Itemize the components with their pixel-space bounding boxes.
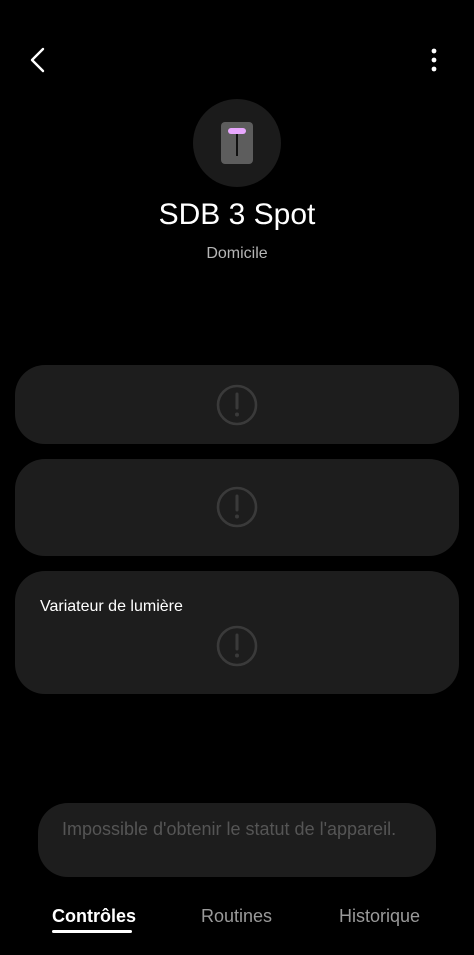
- tab-history[interactable]: Historique: [339, 905, 420, 927]
- spot-light-icon: [221, 122, 253, 164]
- alert-circle-icon: [216, 486, 258, 528]
- more-vertical-icon: [431, 48, 437, 72]
- dimmer-card[interactable]: Variateur de lumière: [15, 571, 459, 694]
- alert-circle-icon: [216, 384, 258, 426]
- status-message: Impossible d'obtenir le statut de l'appa…: [62, 819, 397, 839]
- control-card-1[interactable]: [15, 365, 459, 444]
- active-tab-indicator: [52, 930, 132, 933]
- back-button[interactable]: [18, 40, 58, 80]
- device-icon-circle: [193, 99, 281, 187]
- tab-controls[interactable]: Contrôles: [52, 905, 136, 927]
- chevron-left-icon: [30, 47, 45, 73]
- device-location: Domicile: [206, 245, 268, 262]
- bottom-tab-bar: Contrôles Routines Historique: [0, 895, 474, 955]
- tab-routines[interactable]: Routines: [201, 905, 272, 927]
- dimmer-label: Variateur de lumière: [40, 598, 183, 615]
- status-banner: Impossible d'obtenir le statut de l'appa…: [38, 803, 436, 877]
- control-card-2[interactable]: [15, 459, 459, 556]
- device-name: SDB 3 Spot: [158, 198, 316, 231]
- more-options-button[interactable]: [414, 40, 454, 80]
- alert-circle-icon: [216, 625, 258, 667]
